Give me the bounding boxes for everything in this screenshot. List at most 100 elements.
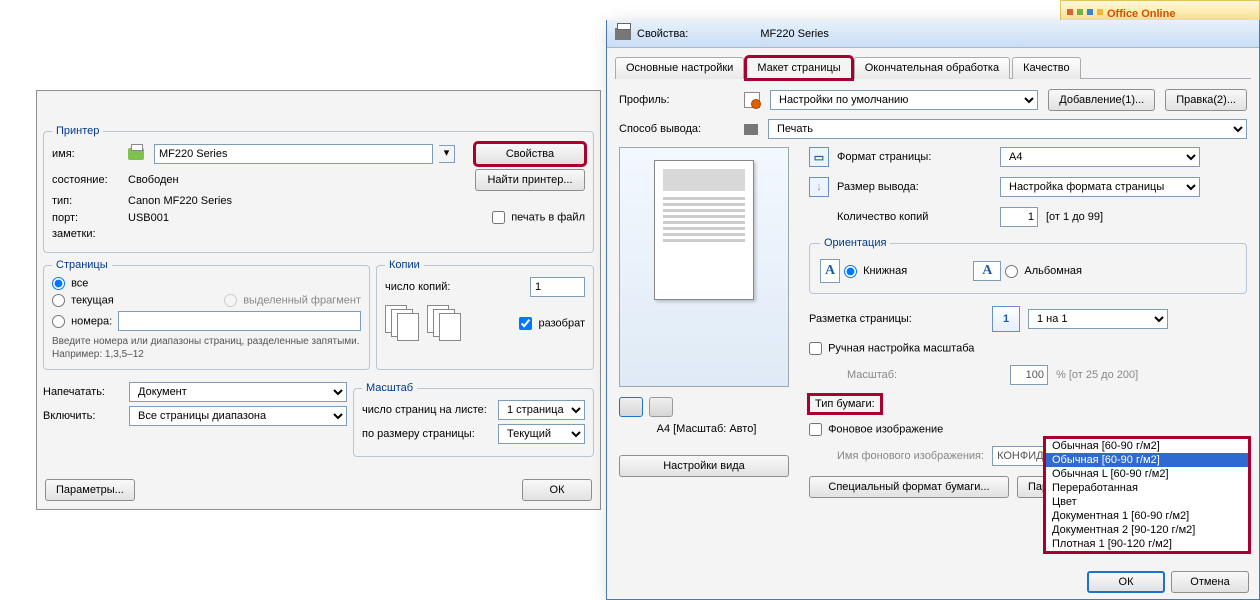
props-ok-button[interactable]: ОК	[1087, 571, 1165, 593]
paper-type-label-hl: Тип бумаги:	[809, 395, 881, 413]
copies-input[interactable]	[530, 277, 585, 297]
find-printer-button[interactable]: Найти принтер...	[475, 169, 585, 191]
paper-option[interactable]: Обычная [60-90 г/м2]	[1046, 439, 1248, 453]
paper-type-label: Тип бумаги:	[815, 398, 875, 410]
type-label: тип:	[52, 195, 122, 207]
custom-paper-button[interactable]: Специальный формат бумаги...	[809, 476, 1009, 498]
scale-label: Масштаб:	[847, 369, 1002, 381]
tab-finishing[interactable]: Окончательная обработка	[854, 57, 1010, 79]
copies-label: Количество копий	[837, 211, 992, 223]
port-label: порт:	[52, 212, 122, 224]
profile-icon	[744, 92, 760, 108]
output-label: Способ вывода:	[619, 123, 734, 135]
pages-selection-radio: выделенный фрагмент	[224, 294, 361, 307]
pages-legend: Страницы	[52, 259, 112, 271]
arrow-down-icon: ↓	[809, 177, 829, 197]
printer-icon	[615, 28, 631, 40]
add-profile-button[interactable]: Добавление(1)...	[1048, 89, 1155, 111]
scale-group: Масштаб число страниц на листе: 1 страни…	[353, 382, 594, 457]
ok-button[interactable]: ОК	[522, 479, 592, 501]
include-select[interactable]: Все страницы диапазона	[129, 406, 347, 426]
copies-group: Копии число копий: разобрат	[376, 259, 594, 370]
parameters-button[interactable]: Параметры...	[45, 479, 135, 501]
paper-option[interactable]: Обычная L [60-90 г/м2]	[1046, 467, 1248, 481]
office-label: Office Online	[1107, 8, 1175, 20]
props-title-prefix: Свойства:	[637, 28, 688, 40]
paper-option[interactable]: Плотная 1 [90-120 г/м2]	[1046, 537, 1248, 551]
preview-caption: А4 [Масштаб: Авто]	[619, 423, 794, 435]
layout-select[interactable]: 1 на 1	[1028, 309, 1168, 329]
layout-label: Разметка страницы:	[809, 313, 984, 325]
printer-name-combo[interactable]	[154, 144, 433, 164]
pages-all-radio[interactable]: все	[52, 277, 88, 290]
pages-group: Страницы все текущая выделенный фрагмент…	[43, 259, 370, 370]
props-titlebar: Свойства: MF220 Series	[607, 20, 1259, 48]
scale-hint: % [от 25 до 200]	[1056, 369, 1138, 381]
pages-current-radio[interactable]: текущая	[52, 294, 114, 307]
preview-mode-icons[interactable]	[619, 397, 794, 417]
layout-icon: 1	[992, 306, 1020, 332]
view-settings-button[interactable]: Настройки вида	[619, 455, 789, 477]
landscape-radio[interactable]: A Альбомная	[973, 265, 1082, 277]
print-what-select[interactable]: Документ	[129, 382, 347, 402]
tab-page-layout[interactable]: Макет страницы	[746, 57, 851, 79]
print-dialog: Принтер имя: ▾ Свойства состояние:Свобод…	[36, 90, 601, 510]
profile-select[interactable]: Настройки по умолчанию	[770, 90, 1038, 110]
include-label: Включить:	[43, 410, 123, 422]
printer-group: Принтер имя: ▾ Свойства состояние:Свобод…	[43, 125, 594, 253]
portrait-radio[interactable]: A Книжная	[820, 265, 907, 277]
printer-legend: Принтер	[52, 125, 103, 137]
tabs: Основные настройки Макет страницы Оконча…	[615, 56, 1251, 79]
output-size-label: Размер вывода:	[837, 181, 992, 193]
orientation-group: Ориентация A Книжная A Альбомная	[809, 237, 1247, 294]
scale-spinner	[1010, 365, 1048, 385]
edit-profile-button[interactable]: Правка(2)...	[1165, 89, 1247, 111]
copies-spinner[interactable]	[1000, 207, 1038, 227]
printer-small-icon	[744, 124, 758, 135]
copies-legend: Копии	[385, 259, 424, 271]
paper-option-selected[interactable]: Обычная [60-90 г/м2]	[1046, 453, 1248, 467]
paper-option[interactable]: Документная 2 [90-120 г/м2]	[1046, 523, 1248, 537]
pages-per-select[interactable]: 1 страница	[498, 400, 585, 420]
state-value: Свободен	[128, 174, 179, 186]
page-format-icon: ▭	[809, 147, 829, 167]
output-select[interactable]: Печать	[768, 119, 1247, 139]
paper-option[interactable]: Переработанная	[1046, 481, 1248, 495]
collate-checkbox[interactable]: разобрат	[519, 317, 585, 330]
scale-legend: Масштаб	[362, 382, 417, 394]
page-format-select[interactable]: A4	[1000, 147, 1200, 167]
props-cancel-button[interactable]: Отмена	[1171, 571, 1249, 593]
copies-hint: [от 1 до 99]	[1046, 211, 1103, 223]
tab-quality[interactable]: Качество	[1012, 57, 1081, 79]
props-title-suffix: MF220 Series	[760, 28, 828, 40]
tab-basic[interactable]: Основные настройки	[615, 57, 744, 79]
pages-per-label: число страниц на листе:	[362, 404, 492, 416]
pages-numbers-radio[interactable]: номера:	[52, 315, 112, 328]
paper-type-dropdown[interactable]: Обычная [60-90 г/м2] Обычная [60-90 г/м2…	[1045, 438, 1249, 552]
page-preview	[619, 147, 789, 387]
orientation-legend: Ориентация	[820, 237, 890, 249]
printer-icon	[128, 148, 144, 160]
profile-label: Профиль:	[619, 94, 734, 106]
properties-dialog: Свойства: MF220 Series Основные настройк…	[606, 20, 1260, 600]
pages-hint: Введите номера или диапазоны страниц, ра…	[52, 335, 361, 361]
pages-numbers-input[interactable]	[118, 311, 361, 331]
type-value: Canon MF220 Series	[128, 195, 232, 207]
bg-image-checkbox[interactable]: Фоновое изображение	[809, 423, 943, 436]
paper-option[interactable]: Документная 1 [60-90 г/м2]	[1046, 509, 1248, 523]
bg-name-label: Имя фонового изображения:	[837, 450, 984, 462]
fit-label: по размеру страницы:	[362, 428, 492, 440]
notes-label: заметки:	[52, 228, 122, 240]
fit-select[interactable]: Текущий	[498, 424, 585, 444]
page-format-label: Формат страницы:	[837, 151, 992, 163]
paper-option[interactable]: Цвет	[1046, 495, 1248, 509]
copies-label: число копий:	[385, 281, 450, 293]
output-size-select[interactable]: Настройка формата страницы	[1000, 177, 1200, 197]
name-label: имя:	[52, 148, 122, 160]
state-label: состояние:	[52, 174, 122, 186]
print-what-label: Напечатать:	[43, 386, 123, 398]
port-value: USB001	[128, 212, 169, 224]
manual-scale-checkbox[interactable]: Ручная настройка масштаба	[809, 342, 974, 355]
properties-button[interactable]: Свойства	[475, 143, 585, 165]
print-to-file-checkbox[interactable]: печать в файл	[492, 211, 585, 224]
